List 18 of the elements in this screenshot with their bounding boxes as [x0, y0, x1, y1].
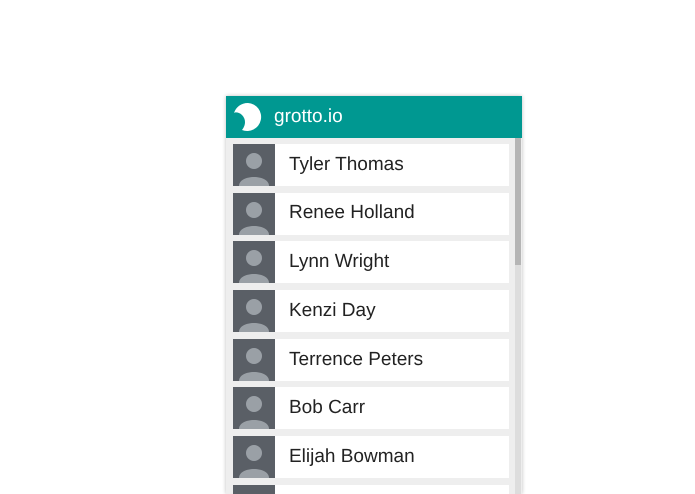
- contact-row[interactable]: Lynn Wright: [233, 241, 509, 284]
- contact-name: Renee Holland: [289, 201, 415, 226]
- contact-name: Lynn Wright: [289, 250, 390, 274]
- contact-row[interactable]: Kenzi Day: [233, 290, 509, 332]
- contact-row[interactable]: Tyler Thomas: [233, 144, 509, 186]
- contact-name: Terrence Peters: [289, 348, 424, 372]
- contact-name: Kenzi Day: [289, 298, 376, 323]
- contact-row[interactable]: Bob Carr: [233, 387, 509, 430]
- contact-row[interactable]: Elijah Bowman: [233, 436, 509, 478]
- contact-row[interactable]: Renee Holland: [233, 192, 509, 235]
- contact-name: Tyler Thomas: [289, 152, 404, 177]
- contact-name: Bob Carr: [289, 396, 366, 420]
- contact-row[interactable]: Terrence Peters: [233, 338, 509, 381]
- scrollbar-thumb[interactable]: [515, 138, 521, 265]
- contact-name: Elijah Bowman: [289, 444, 415, 469]
- scrollbar-track[interactable]: [515, 138, 521, 494]
- app-title: grotto.io: [274, 104, 343, 129]
- logo-icon: [232, 101, 264, 133]
